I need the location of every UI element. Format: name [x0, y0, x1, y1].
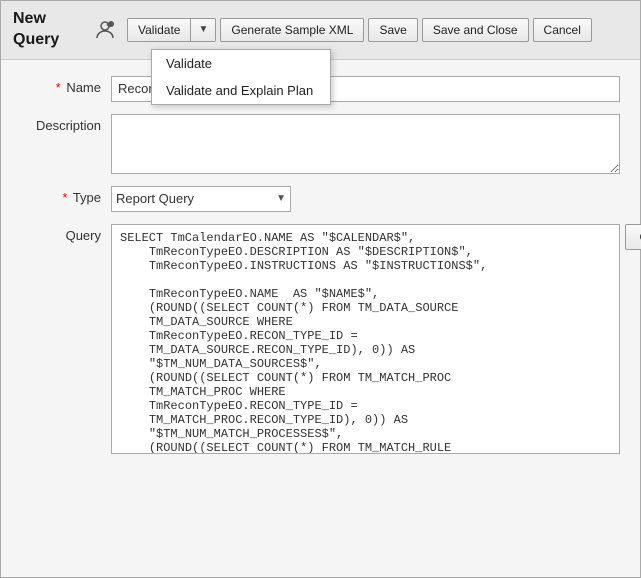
validate-button[interactable]: Validate	[128, 19, 191, 41]
query-label: Query	[21, 224, 111, 243]
type-select[interactable]: Report Query ▼	[111, 186, 291, 212]
type-label: * Type	[21, 186, 111, 205]
validate-dropdown-arrow[interactable]: ▼	[191, 19, 215, 41]
page-title: New Query	[13, 9, 83, 51]
validate-explain-plan-menu-item[interactable]: Validate and Explain Plan	[152, 77, 330, 104]
query-row: Query Generate Query	[21, 224, 620, 457]
user-icon: +	[91, 16, 119, 44]
cancel-button[interactable]: Cancel	[533, 18, 592, 42]
main-container: New Query + Validate ▼ Generate Sample X…	[0, 0, 641, 578]
query-editor[interactable]	[111, 224, 620, 454]
header: New Query + Validate ▼ Generate Sample X…	[1, 1, 640, 60]
toolbar: Validate ▼ Generate Sample XML Save Save…	[127, 18, 628, 42]
name-label: * Name	[21, 76, 111, 95]
validate-split-button[interactable]: Validate ▼	[127, 18, 216, 42]
generate-query-button[interactable]: Generate Query	[625, 224, 641, 250]
svg-text:+: +	[107, 23, 111, 29]
description-row: Description	[21, 114, 620, 174]
type-row: * Type Report Query ▼	[21, 186, 620, 212]
validate-dropdown-menu: Validate Validate and Explain Plan	[151, 49, 331, 105]
save-button[interactable]: Save	[368, 18, 417, 42]
type-required-star: *	[62, 190, 67, 205]
generate-sample-xml-button[interactable]: Generate Sample XML	[220, 18, 364, 42]
description-textarea[interactable]	[111, 114, 620, 174]
name-required-star: *	[56, 80, 61, 95]
type-select-value: Report Query	[116, 191, 272, 206]
validate-menu-item[interactable]: Validate	[152, 50, 330, 77]
save-and-close-button[interactable]: Save and Close	[422, 18, 529, 42]
description-label: Description	[21, 114, 111, 133]
form-area: * Name Description * Type Report Query ▼	[1, 60, 640, 485]
query-editor-wrapper: Generate Query	[111, 224, 620, 457]
type-select-arrow-icon: ▼	[276, 193, 286, 204]
